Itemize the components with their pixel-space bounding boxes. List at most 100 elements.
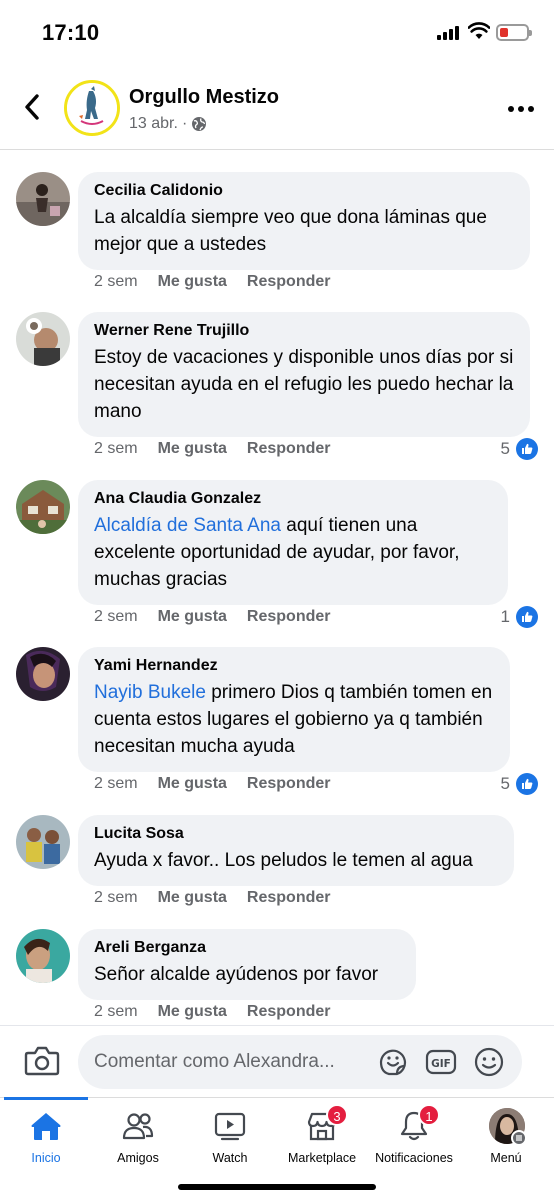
friends-icon [122,1113,154,1140]
commenter-name[interactable]: Cecilia Calidonio [94,182,514,200]
reaction-count: 5 [500,774,510,793]
page-avatar[interactable] [64,80,120,136]
comment-actions: 2 sem Me gusta Responder [94,1003,331,1021]
page-logo-image [67,83,117,133]
cellular-signal-icon [437,26,461,40]
like-reaction-icon [516,606,538,628]
wifi-icon [468,22,490,39]
commenter-avatar[interactable] [16,647,70,701]
public-globe-icon [192,117,207,131]
comment-time: 2 sem [94,440,138,457]
like-comment-button[interactable]: Me gusta [158,1003,227,1021]
mention-link[interactable]: Nayib Bukele [94,682,206,703]
tab-label: Marketplace [287,1151,357,1165]
commenter-name[interactable]: Lucita Sosa [94,825,498,843]
comment-bubble[interactable]: Lucita Sosa Ayuda x favor.. Los peludos … [78,815,514,886]
home-indicator [178,1184,376,1190]
reply-comment-button[interactable]: Responder [247,889,331,907]
like-comment-button[interactable]: Me gusta [158,775,227,793]
commenter-avatar[interactable] [16,480,70,534]
comment-bubble[interactable]: Cecilia Calidonio La alcaldía siempre ve… [78,172,530,270]
menu-badge-icon [511,1130,527,1146]
comment-text: Nayib Bukele primero Dios q también tome… [94,679,494,760]
comment-body: Señor alcalde ayúdenos por favor [94,964,379,985]
marketplace-badge: 3 [326,1104,348,1126]
reply-comment-button[interactable]: Responder [247,440,331,458]
page-name[interactable]: Orgullo Mestizo [129,86,279,109]
comment-body: Estoy de vacaciones y disponible unos dí… [94,347,514,422]
comment-time: 2 sem [94,1003,138,1020]
watch-icon [214,1112,246,1141]
comment-body: La alcaldía siempre veo que dona láminas… [94,207,487,255]
commenter-avatar[interactable] [16,172,70,226]
comment-actions: 2 sem Me gusta Responder [94,608,331,626]
commenter-avatar[interactable] [16,815,70,869]
like-reaction-icon [516,438,538,460]
tab-label: Menú [490,1151,522,1165]
back-button[interactable] [18,92,48,122]
comment-body: Ayuda x favor.. Los peludos le temen al … [94,850,473,871]
tab-label: Watch [212,1151,248,1165]
like-reaction-icon [516,773,538,795]
comment-time: 2 sem [94,273,138,290]
comment-bubble[interactable]: Areli Berganza Señor alcalde ayúdenos po… [78,929,416,1000]
tab-notificaciones[interactable]: 1 Notificaciones [368,1098,460,1178]
comments-list: Cecilia Calidonio La alcaldía siempre ve… [0,150,554,1025]
comment-bubble[interactable]: Yami Hernandez Nayib Bukele primero Dios… [78,647,510,772]
comment-text: Ayuda x favor.. Los peludos le temen al … [94,847,498,874]
post-header: Orgullo Mestizo 13 abr. · [0,68,554,150]
comment-reactions[interactable]: 5 [501,773,538,795]
comment-reactions[interactable]: 1 [501,606,538,628]
tab-watch[interactable]: Watch [184,1098,276,1178]
like-comment-button[interactable]: Me gusta [158,608,227,626]
commenter-avatar[interactable] [16,312,70,366]
comment-actions: 2 sem Me gusta Responder [94,889,331,907]
more-options-button[interactable] [508,104,536,114]
tab-amigos[interactable]: Amigos [92,1098,184,1178]
comment-time: 2 sem [94,889,138,906]
reply-comment-button[interactable]: Responder [247,608,331,626]
commenter-avatar[interactable] [16,929,70,983]
tab-menu[interactable]: Menú [460,1098,552,1178]
comment-text: Estoy de vacaciones y disponible unos dí… [94,344,514,425]
comment-reactions[interactable]: 5 [501,438,538,460]
like-comment-button[interactable]: Me gusta [158,889,227,907]
commenter-name[interactable]: Werner Rene Trujillo [94,322,514,340]
like-comment-button[interactable]: Me gusta [158,440,227,458]
notifications-badge: 1 [418,1104,440,1126]
tab-label: Amigos [117,1151,159,1165]
post-date: 13 abr. [129,115,178,132]
commenter-name[interactable]: Yami Hernandez [94,657,494,675]
active-tab-indicator [4,1097,88,1100]
comment-text: Alcaldía de Santa Ana aquí tienen una ex… [94,512,492,593]
comment-text: La alcaldía siempre veo que dona láminas… [94,204,514,258]
emoji-icon[interactable] [473,1046,505,1078]
bottom-navigation: Inicio Amigos Watch 3 Marketplace 1 Noti… [0,1097,554,1200]
gif-icon[interactable]: GIF [425,1046,457,1078]
commenter-name[interactable]: Ana Claudia Gonzalez [94,490,492,508]
tab-marketplace[interactable]: 3 Marketplace [276,1098,368,1178]
tab-label: Inicio [31,1151,61,1165]
comment-time: 2 sem [94,775,138,792]
reaction-count: 1 [500,607,510,626]
comment-text: Señor alcalde ayúdenos por favor [94,961,400,988]
meta-separator: · [181,115,188,132]
sticker-icon[interactable] [377,1046,409,1078]
comment-bubble[interactable]: Werner Rene Trujillo Estoy de vacaciones… [78,312,530,437]
comment-actions: 2 sem Me gusta Responder [94,273,331,291]
tab-inicio[interactable]: Inicio [0,1097,92,1178]
commenter-name[interactable]: Areli Berganza [94,939,400,957]
comment-bubble[interactable]: Ana Claudia Gonzalez Alcaldía de Santa A… [78,480,508,605]
reply-comment-button[interactable]: Responder [247,1003,331,1021]
reply-comment-button[interactable]: Responder [247,273,331,291]
mention-link[interactable]: Alcaldía de Santa Ana [94,515,281,536]
like-comment-button[interactable]: Me gusta [158,273,227,291]
comment-actions: 2 sem Me gusta Responder [94,440,331,458]
comment-time: 2 sem [94,608,138,625]
reply-comment-button[interactable]: Responder [247,775,331,793]
home-icon [31,1113,61,1140]
status-bar: 17:10 [0,0,554,68]
comment-composer: GIF [0,1025,554,1097]
camera-icon[interactable] [24,1046,60,1076]
svg-text:GIF: GIF [431,1058,451,1070]
